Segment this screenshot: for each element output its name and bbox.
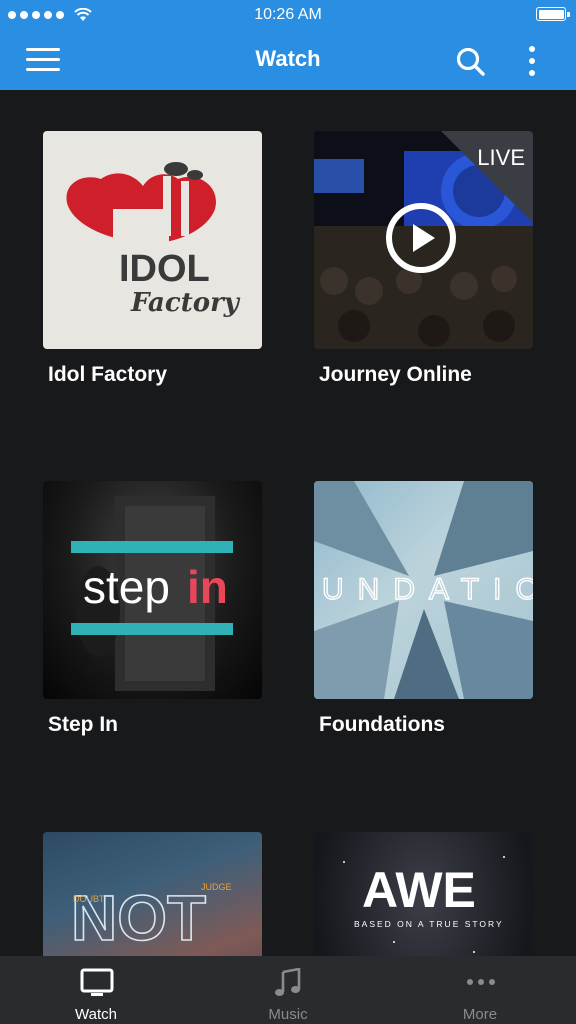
awe-artwork: AWE BASED ON A TRUE STORY bbox=[314, 832, 533, 956]
tab-label: More bbox=[462, 1006, 498, 1023]
media-card-step-in[interactable]: step in Step In bbox=[43, 481, 263, 737]
tv-icon bbox=[80, 968, 114, 996]
tab-label: Watch bbox=[75, 1006, 117, 1023]
svg-text:step: step bbox=[83, 561, 170, 613]
svg-text:IDOL: IDOL bbox=[119, 248, 210, 290]
not-artwork: NOT DOUBT JUDGE bbox=[43, 832, 262, 956]
media-title: Idol Factory bbox=[48, 363, 168, 386]
svg-text:in: in bbox=[187, 561, 228, 613]
awe-title-art: AWE BASED ON A TRUE STORY bbox=[343, 856, 505, 953]
ellipsis-icon bbox=[467, 979, 495, 985]
status-bar: 10:26 AM bbox=[0, 0, 576, 30]
svg-text:BASED ON A TRUE STORY: BASED ON A TRUE STORY bbox=[354, 919, 504, 929]
media-card-foundations[interactable]: UNDATIO Foundations bbox=[314, 481, 534, 737]
media-title: Step In bbox=[48, 713, 119, 736]
media-card-awe[interactable]: AWE BASED ON A TRUE STORY bbox=[314, 832, 534, 956]
play-icon[interactable] bbox=[386, 203, 456, 273]
tab-bar: Watch Music More bbox=[0, 956, 576, 1024]
step-in-artwork: step in bbox=[43, 481, 262, 699]
svg-text:NOT: NOT bbox=[71, 882, 206, 954]
status-time: 10:26 AM bbox=[254, 6, 322, 23]
tab-more[interactable]: More bbox=[384, 956, 576, 1024]
svg-text:AWE: AWE bbox=[362, 862, 476, 918]
not-title-art: NOT DOUBT JUDGE bbox=[70, 881, 232, 955]
tab-label: Music bbox=[268, 1006, 308, 1023]
factory-logo-icon: IDOL Factory bbox=[66, 162, 241, 318]
page-title: Watch bbox=[255, 46, 321, 71]
tab-watch[interactable]: Watch bbox=[0, 956, 192, 1024]
live-label: LIVE bbox=[477, 145, 525, 170]
search-icon[interactable] bbox=[455, 46, 487, 78]
journey-online-artwork: LIVE bbox=[314, 131, 533, 349]
battery-icon bbox=[536, 7, 570, 21]
svg-text:DOUBT: DOUBT bbox=[73, 894, 105, 904]
idol-factory-artwork: IDOL Factory bbox=[43, 131, 262, 349]
media-title: Foundations bbox=[319, 713, 445, 736]
music-note-icon bbox=[275, 968, 301, 996]
app-bar: Watch bbox=[0, 30, 576, 90]
media-card-idol-factory[interactable]: IDOL Factory Idol Factory bbox=[43, 131, 263, 387]
media-card-journey-online[interactable]: LIVE Journey Online bbox=[314, 131, 534, 387]
vertical-ellipsis-icon[interactable] bbox=[520, 44, 544, 78]
svg-text:Factory: Factory bbox=[130, 288, 241, 318]
foundations-artwork: UNDATIO bbox=[314, 481, 533, 699]
svg-text:UNDATIO: UNDATIO bbox=[322, 573, 533, 606]
tab-music[interactable]: Music bbox=[192, 956, 384, 1024]
skyscrapers-image: UNDATIO bbox=[314, 481, 533, 699]
media-title: Journey Online bbox=[319, 363, 472, 386]
door-scene-image: step in bbox=[71, 496, 233, 691]
media-card-not[interactable]: NOT DOUBT JUDGE bbox=[43, 832, 263, 956]
svg-text:JUDGE: JUDGE bbox=[201, 882, 232, 892]
media-grid: IDOL Factory Idol Factory LIVE Journey O… bbox=[0, 90, 576, 956]
